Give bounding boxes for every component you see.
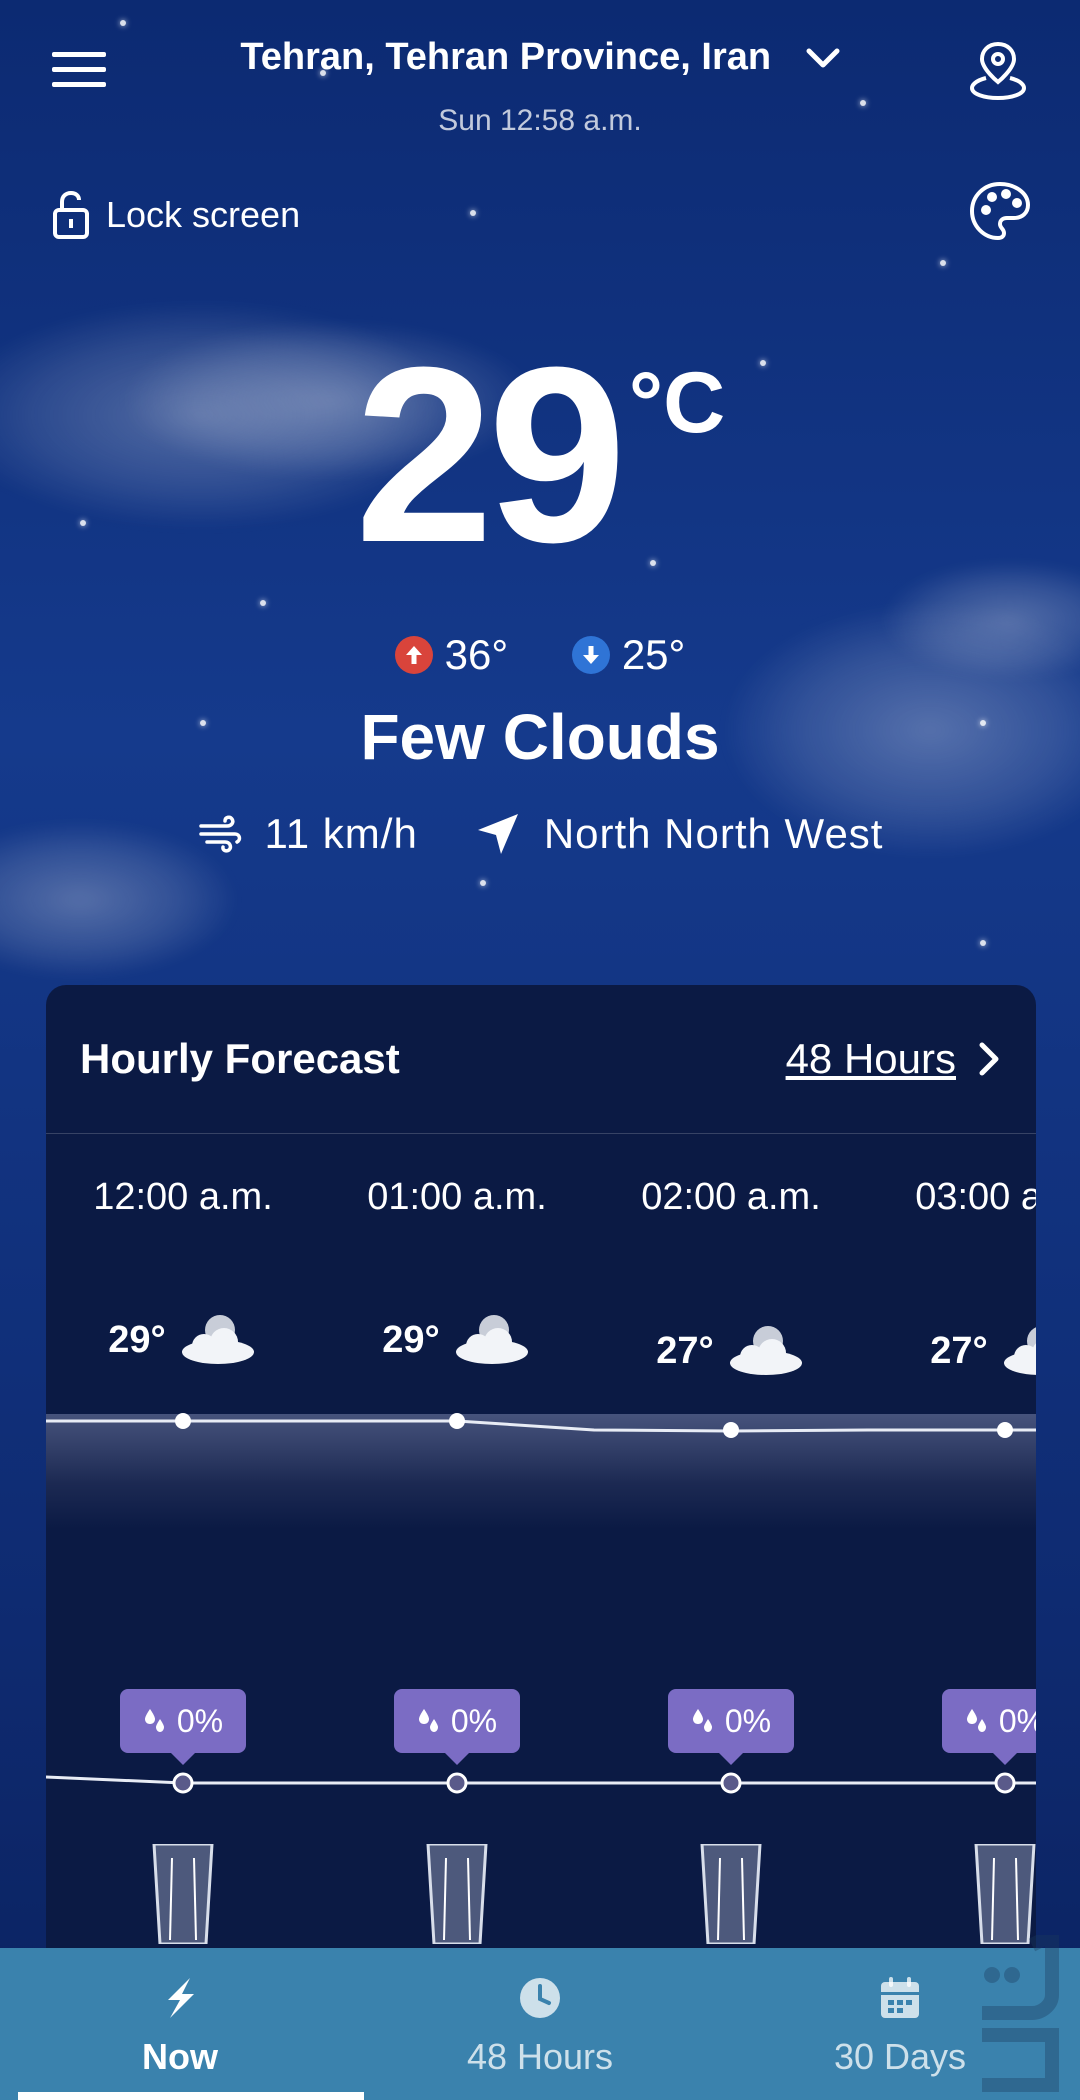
hourly-scroll-track[interactable]: 12:00 a.m. 29° 0% 01:00 a.m. 29° 0% 02:0…: [46, 1134, 1036, 2025]
hourly-48-hours-link[interactable]: 48 Hours: [786, 1035, 1000, 1083]
arrow-up-icon: [394, 636, 433, 674]
moon-cloud-icon: [455, 1315, 528, 1364]
raindrops-icon: [144, 1709, 164, 1732]
high-temperature-value: 36°: [444, 631, 509, 678]
moon-cloud-icon: [181, 1315, 254, 1364]
app-store-watermark-logo: [982, 1935, 1059, 2092]
lock-screen-label[interactable]: Lock screen: [106, 194, 300, 236]
hour-temperature-value: 29°: [108, 1318, 166, 1361]
top-header: Tehran, Tehran Province, Iran Sun 12:58 …: [0, 0, 1080, 150]
precipitation-badge: 0%: [942, 1689, 1036, 1765]
current-temperature: 29°C: [0, 330, 1080, 580]
wind-icon: [198, 815, 241, 853]
weather-condition: Few Clouds: [360, 701, 720, 773]
current-datetime: Sun 12:58 a.m.: [438, 104, 642, 137]
raindrops-icon: [418, 1709, 438, 1732]
active-tab-indicator: [18, 2092, 364, 2100]
temperature-value: 29: [354, 315, 627, 594]
nav-tab-label[interactable]: Now: [0, 2036, 360, 2078]
rain-gauge-icon: [152, 1844, 214, 1944]
precipitation-badge: 0%: [120, 1689, 246, 1765]
hour-temperature: 29°: [320, 1310, 594, 1370]
star-decoration: [260, 600, 266, 606]
wind-speed-value: 11 km/h: [264, 810, 418, 857]
nav-tab-now[interactable]: Now: [0, 1948, 364, 2100]
hour-column: 03:00 a.m. 27° 0%: [868, 1134, 1036, 2025]
star-decoration: [470, 210, 476, 216]
precipitation-badge: 0%: [394, 1689, 520, 1765]
high-low-temperatures: 36° 25°: [0, 628, 1080, 679]
low-temperature-value: 25°: [621, 631, 686, 678]
hourly-link-label[interactable]: 48 Hours: [786, 1035, 956, 1083]
wind-direction: North North West: [474, 810, 884, 858]
hour-temperature-value: 27°: [930, 1329, 988, 1372]
palette-icon[interactable]: [968, 180, 1032, 244]
hour-temperature: 27°: [868, 1321, 1036, 1381]
precipitation-value: 0%: [450, 1702, 498, 1739]
location-selector[interactable]: Tehran, Tehran Province, Iran: [0, 36, 1080, 80]
star-decoration: [980, 940, 986, 946]
location-name[interactable]: Tehran, Tehran Province, Iran: [240, 36, 771, 78]
lightning-icon[interactable]: [0, 1976, 360, 2026]
wind-info: 11 km/h North North West: [0, 810, 1080, 858]
moon-cloud-icon: [1003, 1327, 1036, 1375]
chevron-right-icon[interactable]: [978, 1042, 1000, 1076]
nav-tab-label[interactable]: 48 Hours: [360, 2036, 720, 2078]
hour-time: 02:00 a.m.: [641, 1176, 821, 1218]
moon-cloud-icon: [729, 1326, 802, 1375]
bottom-navigation: Now 48 Hours 30 Days: [0, 1948, 1080, 2100]
hourly-forecast-title: Hourly Forecast: [80, 1035, 400, 1082]
rain-gauge-icon: [974, 1844, 1036, 1944]
star-decoration: [480, 880, 486, 886]
hour-time: 01:00 a.m.: [367, 1176, 547, 1218]
rain-gauge-icon: [700, 1844, 762, 1944]
star-decoration: [940, 260, 946, 266]
unlock-icon: [53, 190, 89, 239]
navigation-arrow-icon: [477, 814, 518, 854]
precipitation-badge: 0%: [668, 1689, 794, 1765]
high-temperature: 36°: [394, 631, 509, 679]
wind-speed: 11 km/h: [197, 810, 418, 858]
lock-screen-toggle[interactable]: Lock screen: [52, 190, 300, 240]
raindrops-icon: [966, 1709, 986, 1732]
clock-icon[interactable]: [360, 1976, 720, 2026]
precipitation-value: 0%: [724, 1702, 772, 1739]
precipitation-value: 0%: [176, 1702, 224, 1739]
low-temperature: 25°: [571, 631, 686, 679]
hourly-forecast-card: Hourly Forecast 48 Hours 12:00 a.m. 29° …: [46, 985, 1036, 2025]
rain-gauge-icon: [426, 1844, 488, 1944]
wind-direction-value: North North West: [543, 810, 884, 857]
nav-tab-48-hours[interactable]: 48 Hours: [360, 1948, 720, 2100]
chevron-down-icon[interactable]: [806, 37, 840, 80]
hour-temperature-value: 29°: [382, 1318, 440, 1361]
temperature-unit: °C: [628, 355, 726, 451]
arrow-down-icon: [571, 636, 610, 674]
hour-column: 02:00 a.m. 27° 0%: [594, 1134, 868, 2025]
raindrops-icon: [692, 1709, 712, 1732]
hour-column: 01:00 a.m. 29° 0%: [320, 1134, 594, 2025]
hour-temperature: 27°: [594, 1321, 868, 1381]
hour-temperature-value: 27°: [656, 1329, 714, 1372]
precipitation-value: 0%: [998, 1702, 1036, 1739]
hour-time: 03:00 a.m.: [915, 1176, 1036, 1218]
hour-temperature: 29°: [46, 1310, 320, 1370]
hour-time: 12:00 a.m.: [93, 1176, 273, 1218]
weather-app: Tehran, Tehran Province, Iran Sun 12:58 …: [0, 0, 1080, 2100]
hour-column: 12:00 a.m. 29° 0%: [46, 1134, 320, 2025]
location-pin-icon[interactable]: [968, 38, 1028, 102]
hourly-forecast-header: Hourly Forecast 48 Hours: [46, 985, 1036, 1134]
